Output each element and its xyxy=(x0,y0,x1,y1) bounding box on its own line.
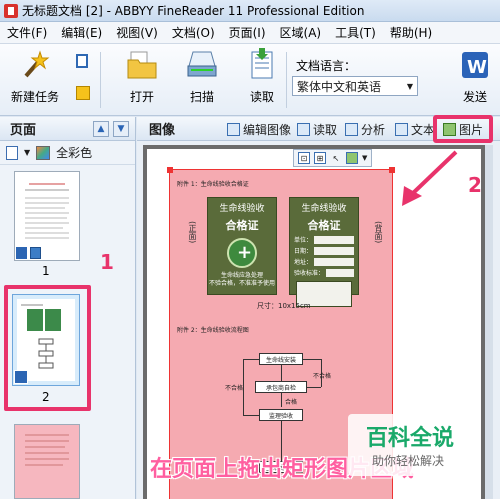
watermark-title: 百科全说 xyxy=(366,426,455,451)
watermark-subtitle: 助你轻松解决 xyxy=(372,454,445,468)
step-2-label: 2 xyxy=(468,173,482,197)
watermark: 百科全说 助你轻松解决 xyxy=(348,414,464,476)
